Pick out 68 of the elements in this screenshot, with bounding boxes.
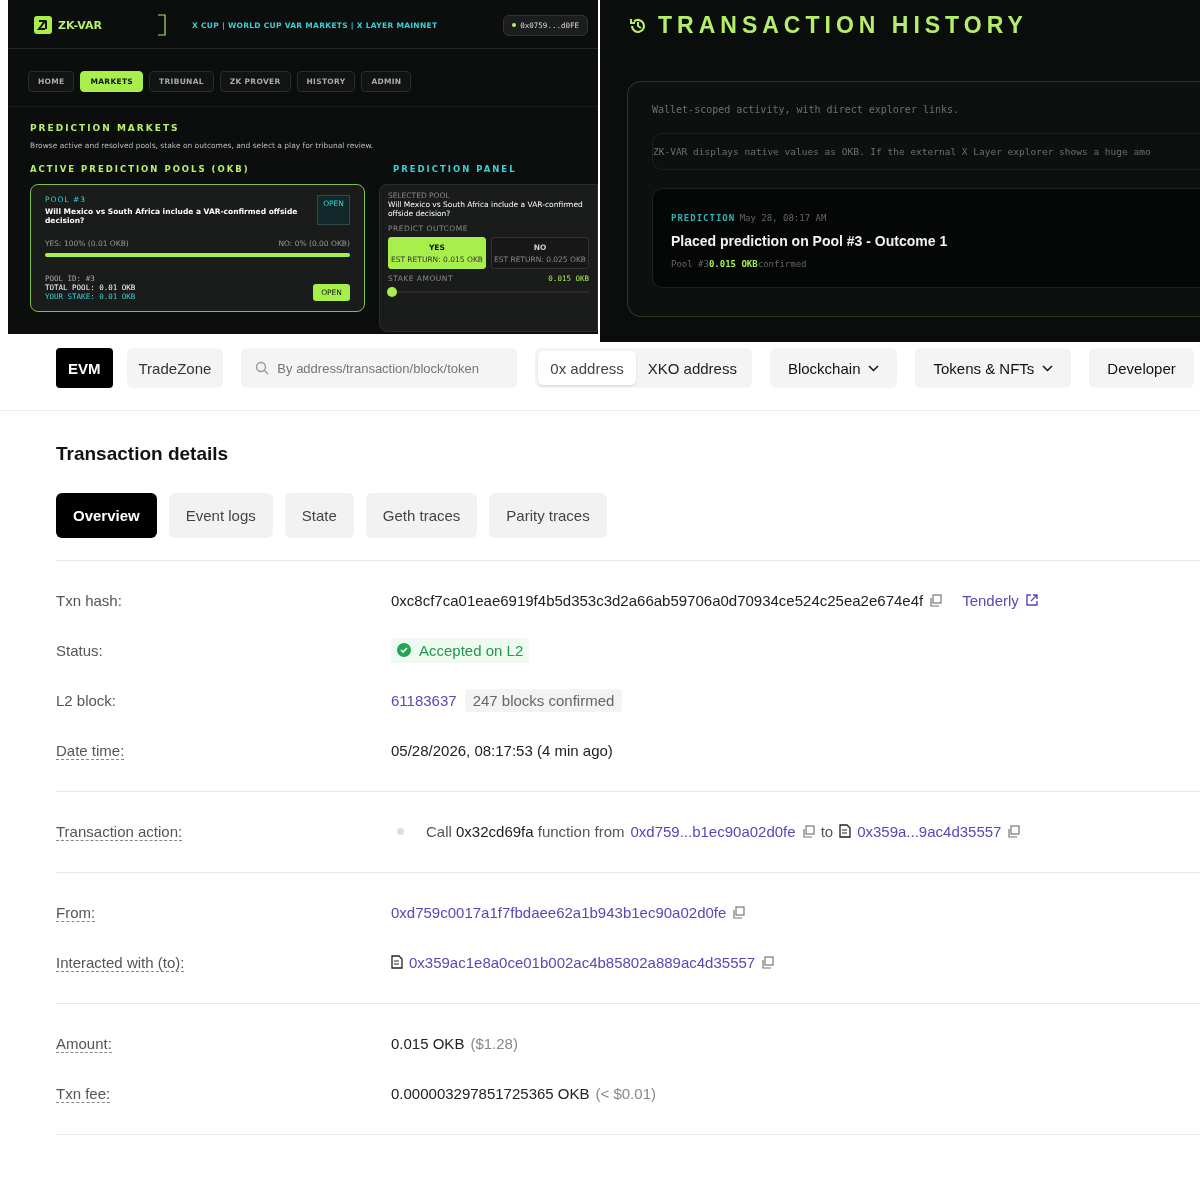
entry-status: confirmed [757, 259, 807, 269]
address-format-toggle[interactable]: XKO address [635, 351, 749, 385]
entry-title: Placed prediction on Pool #3 - Outcome 1 [671, 233, 949, 249]
usd-value: (< $0.01) [595, 1084, 656, 1102]
detail-tab[interactable]: Parity traces [489, 493, 607, 538]
slider-thumb[interactable] [386, 287, 397, 298]
entry-amount: 0.015 OKB [708, 259, 758, 269]
field-value: 0.015 OKB [391, 1034, 465, 1052]
copy-icon[interactable] [801, 824, 815, 838]
nav-menu[interactable]: Developer [1089, 348, 1194, 388]
network-tab[interactable]: TradeZone [126, 348, 224, 388]
network-tab[interactable]: EVM [56, 348, 113, 388]
copy-icon[interactable] [732, 905, 746, 919]
field-label: L2 block: [56, 691, 117, 709]
field-label: Amount: [56, 1034, 112, 1053]
logo-icon [34, 16, 52, 34]
search-field[interactable]: By address/transaction/block/token [241, 348, 518, 388]
tenderly-link[interactable]: Tenderly [962, 591, 1019, 609]
entry-time: May 28, 08:17 AM [739, 213, 827, 223]
chevron-down-icon [868, 364, 880, 372]
document-icon [391, 955, 403, 969]
entry-type: PREDICTION [671, 213, 736, 223]
address-link[interactable]: 0xd759...b1ec90a02d0fe [630, 822, 796, 840]
notice-text: ZK-VAR displays native values as OKB. If the external X Layer explorer shows a huge amo [652, 133, 1200, 170]
field-value: 0.000003297851725365 OKB [391, 1084, 590, 1102]
bracket-icon [158, 14, 167, 36]
field-label: Status: [56, 641, 103, 659]
address-link[interactable]: 0x359a...9ac4d35557 [857, 822, 1002, 840]
entry-pool: Pool #3 [671, 259, 709, 269]
detail-tab[interactable]: Event logs [168, 493, 273, 538]
history-title: TRANSACTION HISTORY [658, 12, 1028, 39]
block-link[interactable]: 61183637 [391, 691, 457, 709]
address-link[interactable]: 0xd759c0017a1f7fbdaee62a1b943b1ec90a02d0fe [391, 903, 727, 921]
nav-menu[interactable]: Tokens & NFTs [915, 348, 1072, 388]
history-entry[interactable]: PREDICTION May 28, 08:17 AM Placed prediction on Pool #3 - Outcome 1 Pool #30.015 OKBconfirmed [652, 188, 1200, 288]
detail-tab[interactable]: Geth traces [365, 493, 478, 538]
confirmations-chip: 247 blocks confirmed [464, 688, 623, 712]
field-value: 05/28/2026, 08:17:53 (4 min ago) [391, 741, 613, 759]
action-text: to [820, 822, 834, 840]
history-description: Wallet-scoped activity, with direct explorer links. [652, 103, 961, 115]
usd-value: ($1.28) [470, 1034, 518, 1052]
copy-icon[interactable] [929, 593, 943, 607]
section-title: PREDICTION MARKETS [29, 122, 181, 133]
copy-icon[interactable] [761, 955, 775, 969]
field-label: Date time: [56, 741, 125, 760]
action-text: Call 0x32cd69fa function from [426, 822, 625, 840]
field-label: From: [56, 903, 96, 922]
brand-name: ZK-VAR [58, 18, 103, 32]
status-badge: Accepted on L2 [391, 637, 530, 663]
chevron-down-icon [1042, 364, 1054, 372]
panel-title: PREDICTION PANEL [391, 164, 518, 176]
address-format-toggle[interactable]: 0x address [538, 351, 636, 385]
search-icon [255, 361, 270, 375]
copy-icon[interactable] [1007, 824, 1021, 838]
pools-title: ACTIVE PREDICTION POOLS (OKB) [29, 164, 251, 176]
document-icon [839, 824, 852, 838]
txn-hash: 0xc8cf7ca01eae6919f4b5d353c3d2a66ab59706a0d70934ce524c25ea2e674e4f [391, 591, 924, 609]
nav-menu[interactable]: Blockchain [769, 348, 898, 388]
address-link[interactable]: 0x359ac1e8a0ce01b002ac4b85802a889ac4d35557 [409, 953, 756, 971]
field-label: Interacted with (to): [56, 953, 185, 972]
dot-icon [397, 827, 404, 835]
detail-tab[interactable]: State [284, 493, 354, 538]
detail-tab[interactable]: Overview [56, 493, 157, 538]
external-link-icon[interactable] [1024, 593, 1039, 607]
page-title: Transaction details [56, 443, 230, 465]
field-label: Transaction action: [56, 822, 183, 841]
field-label: Txn hash: [56, 591, 122, 609]
field-label: Txn fee: [56, 1084, 111, 1103]
